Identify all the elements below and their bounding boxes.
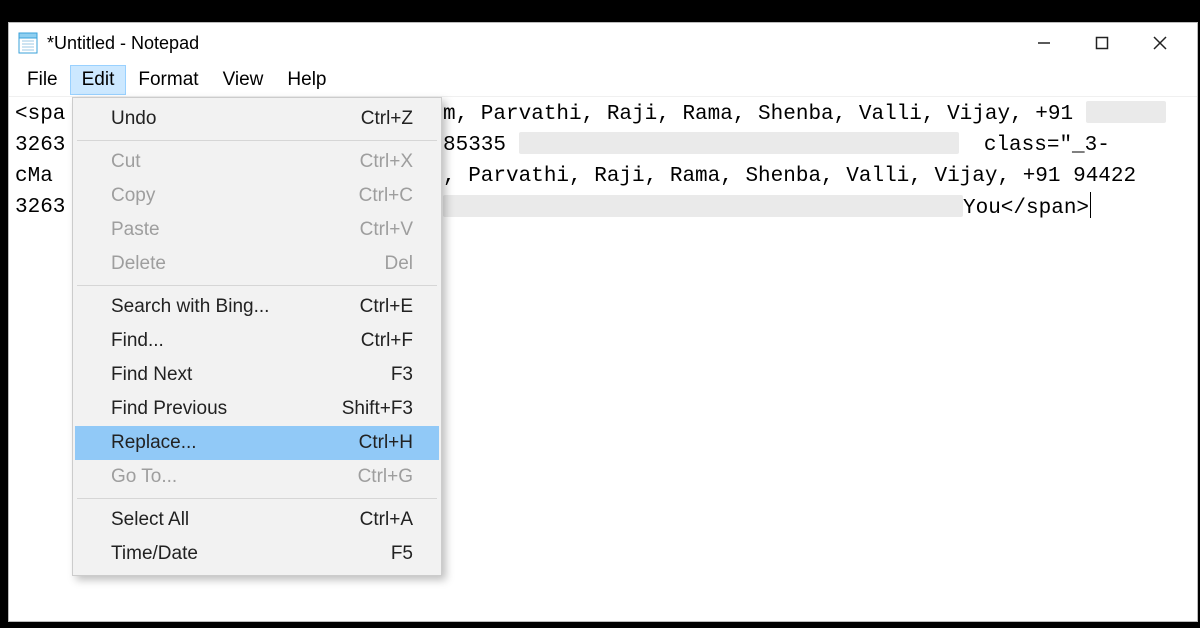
menu-item-shortcut: Ctrl+A <box>360 509 413 531</box>
edit-dropdown-menu: UndoCtrl+ZCutCtrl+XCopyCtrl+CPasteCtrl+V… <box>72 97 442 576</box>
menu-item-shortcut: Del <box>384 253 413 275</box>
text-fragment: 3263 <box>15 130 65 161</box>
menu-item-undo[interactable]: UndoCtrl+Z <box>75 102 439 136</box>
menu-item-replace[interactable]: Replace...Ctrl+H <box>75 426 439 460</box>
text-fragment: 3263 <box>15 192 65 223</box>
menu-item-label: Undo <box>111 108 361 130</box>
menu-item-shortcut: Ctrl+E <box>360 296 413 318</box>
menu-item-label: Paste <box>111 219 360 241</box>
text-fragment: , Parvathi, Raji, Rama, Shenba, Valli, V… <box>443 161 1136 192</box>
window-controls <box>1015 23 1189 63</box>
maximize-button[interactable] <box>1073 23 1131 63</box>
menu-item-findnext[interactable]: Find NextF3 <box>75 358 439 392</box>
menu-format[interactable]: Format <box>126 65 210 95</box>
menu-item-label: Find Previous <box>111 398 342 420</box>
menu-separator <box>77 140 437 141</box>
menu-view[interactable]: View <box>211 65 276 95</box>
menu-item-goto: Go To...Ctrl+G <box>75 460 439 494</box>
menu-item-label: Select All <box>111 509 360 531</box>
menu-item-bing[interactable]: Search with Bing...Ctrl+E <box>75 290 439 324</box>
menu-separator <box>77 285 437 286</box>
menu-item-label: Copy <box>111 185 359 207</box>
menu-item-timedate[interactable]: Time/DateF5 <box>75 537 439 571</box>
minimize-button[interactable] <box>1015 23 1073 63</box>
window-title: *Untitled - Notepad <box>47 33 1015 54</box>
menu-item-label: Go To... <box>111 466 358 488</box>
menu-item-shortcut: F3 <box>391 364 413 386</box>
menu-item-shortcut: Ctrl+Z <box>361 108 413 130</box>
redacted-region <box>443 195 963 217</box>
menu-item-shortcut: Ctrl+H <box>359 432 413 454</box>
menu-item-findprev[interactable]: Find PreviousShift+F3 <box>75 392 439 426</box>
close-button[interactable] <box>1131 23 1189 63</box>
menu-item-label: Search with Bing... <box>111 296 360 318</box>
menu-item-label: Find... <box>111 330 361 352</box>
menu-item-shortcut: Ctrl+X <box>360 151 413 173</box>
text-fragment: m, Parvathi, Raji, Rama, Shenba, Valli, … <box>443 99 1166 130</box>
menu-item-label: Find Next <box>111 364 391 386</box>
text-fragment: <spa <box>15 99 65 130</box>
menu-item-shortcut: Ctrl+V <box>360 219 413 241</box>
menu-item-copy: CopyCtrl+C <box>75 179 439 213</box>
menu-item-paste: PasteCtrl+V <box>75 213 439 247</box>
menu-item-shortcut: Shift+F3 <box>342 398 413 420</box>
menu-item-cut: CutCtrl+X <box>75 145 439 179</box>
menu-item-shortcut: F5 <box>391 543 413 565</box>
menu-edit[interactable]: Edit <box>70 65 127 95</box>
menu-item-shortcut: Ctrl+C <box>359 185 413 207</box>
menu-item-label: Replace... <box>111 432 359 454</box>
menu-help[interactable]: Help <box>275 65 338 95</box>
text-fragment: You</span> <box>443 192 1091 224</box>
menu-separator <box>77 498 437 499</box>
titlebar[interactable]: *Untitled - Notepad <box>9 23 1197 63</box>
text-cursor <box>1090 192 1091 218</box>
menu-item-label: Time/Date <box>111 543 391 565</box>
text-fragment: cMa <box>15 161 53 192</box>
menu-item-delete: DeleteDel <box>75 247 439 281</box>
menu-file[interactable]: File <box>15 65 70 95</box>
notepad-icon <box>17 32 39 54</box>
text-fragment: 85335 class="_3- <box>443 130 1110 161</box>
redacted-region <box>519 132 959 154</box>
menu-item-shortcut: Ctrl+F <box>361 330 413 352</box>
menu-item-shortcut: Ctrl+G <box>358 466 413 488</box>
menubar: File Edit Format View Help <box>9 63 1197 97</box>
menu-item-label: Cut <box>111 151 360 173</box>
redacted-region <box>1086 101 1166 123</box>
menu-item-label: Delete <box>111 253 384 275</box>
menu-item-selectall[interactable]: Select AllCtrl+A <box>75 503 439 537</box>
menu-item-find[interactable]: Find...Ctrl+F <box>75 324 439 358</box>
